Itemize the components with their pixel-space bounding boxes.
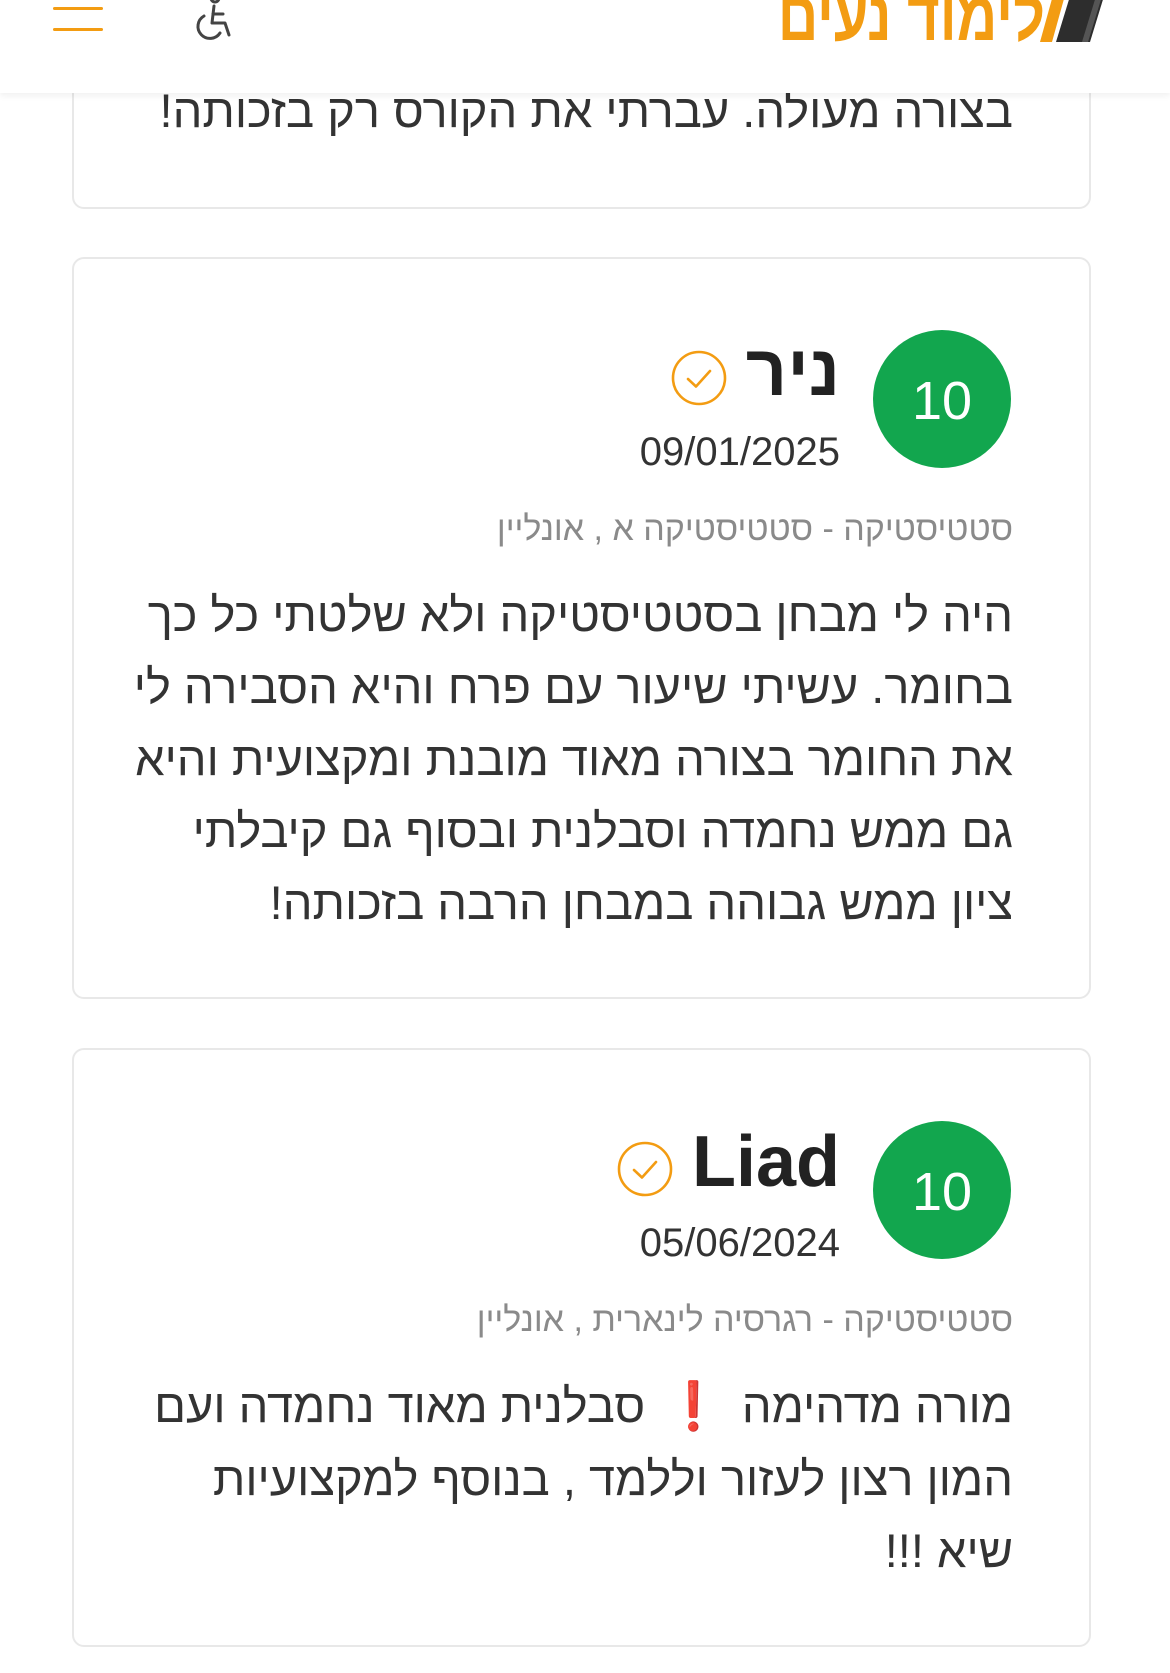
book-logo-icon: [1040, 0, 1103, 42]
review-text: היה לי מבחן בסטטיסטיקה ולא שלטתי כל כך ב…: [133, 588, 1013, 929]
review-course: סטטיסטיקה - סטטיסטיקה א , אונליין: [496, 510, 1013, 548]
review-card: 10 ניר 09/01/2025 סטטיסטיקה - סטטיסטיקה …: [72, 257, 1091, 999]
verified-check-icon: [617, 1141, 673, 1197]
menu-button[interactable]: [53, 0, 103, 32]
score-badge: 10: [873, 330, 1011, 468]
site-header: לימוד נעים: [0, 0, 1170, 93]
verified-check-icon: [671, 350, 727, 406]
reviewer-header: Liad: [616, 1122, 840, 1202]
logo-text: לימוד נעים: [777, 0, 1045, 55]
reviewer-name: Liad: [691, 1122, 840, 1202]
review-course: סטטיסטיקה - רגרסיה לינארית , אונליין: [476, 1301, 1013, 1339]
reviewer-name: ניר: [745, 331, 840, 411]
review-date: 05/06/2024: [639, 1221, 840, 1265]
review-card: 10 Liad 05/06/2024 סטטיסטיקה - רגרסיה לי…: [72, 1048, 1091, 1647]
score-badge: 10: [873, 1121, 1011, 1259]
score-value: 10: [911, 371, 973, 431]
exclamation-emoji: ❗: [664, 1379, 723, 1434]
review-date: 09/01/2025: [639, 430, 840, 474]
reviews-page: בצורה מעולה. עברתי את הקורס רק בזכותה! 1…: [0, 0, 1170, 1673]
reviewer-header: ניר: [670, 331, 840, 411]
review-text: מורה מדהימה ❗ סבלנית מאוד נחמדה ועם המון…: [154, 1379, 1013, 1577]
site-logo[interactable]: לימוד נעים: [778, 0, 1114, 51]
wheelchair-icon[interactable]: [188, 0, 238, 44]
score-value: 10: [911, 1162, 973, 1222]
accessibility-button[interactable]: [188, 0, 238, 44]
